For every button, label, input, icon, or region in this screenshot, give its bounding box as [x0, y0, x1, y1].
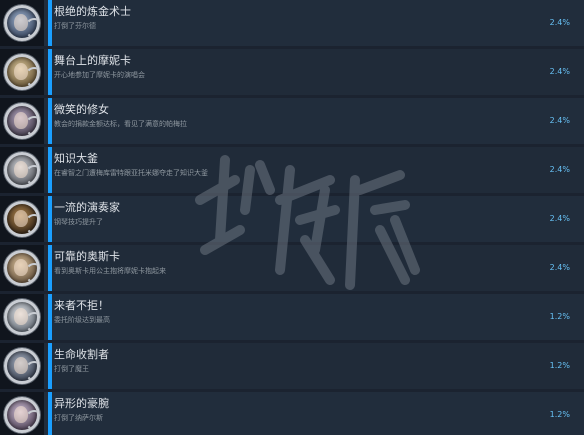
achievement-text: 异形的豪腕 打倒了纳萨尔斯 [54, 396, 494, 435]
unlock-percent: 2.4% [549, 263, 570, 272]
achievement-badge-icon [4, 103, 40, 139]
progress-strip [48, 147, 52, 193]
swirl-icon [25, 18, 37, 38]
achievement-row[interactable]: 可靠的奥斯卡 看到奥斯卡用公主抱将摩妮卡抱起来 2.4% [0, 245, 584, 291]
achievement-badge-icon [4, 152, 40, 188]
achievement-title: 异形的豪腕 [54, 397, 109, 410]
progress-strip [48, 98, 52, 144]
achievement-list: 根绝的炼金术士 打倒了芬尔德 2.4% 舞台上的摩妮卡 开心地参加了摩妮卡的演唱… [0, 0, 584, 435]
achievement-description: 开心地参加了摩妮卡的演唱会 [54, 71, 145, 79]
achievement-badge-icon [4, 250, 40, 286]
achievement-text: 来者不拒！ 委托阶级达到最高 [54, 298, 494, 338]
achievement-title: 根绝的炼金术士 [54, 5, 131, 18]
unlock-percent: 2.4% [549, 214, 570, 223]
achievement-title: 舞台上的摩妮卡 [54, 54, 131, 67]
achievement-text: 生命收割者 打倒了魔王 [54, 347, 494, 387]
achievement-row[interactable]: 一流的演奏家 钢琴技巧提升了 2.4% [0, 196, 584, 242]
achievement-description: 打倒了魔王 [54, 365, 89, 373]
achievement-badge-icon [4, 54, 40, 90]
achievement-icon-frame [0, 196, 44, 242]
achievement-title: 来者不拒！ [54, 299, 109, 312]
swirl-icon [25, 67, 37, 87]
achievement-row[interactable]: 舞台上的摩妮卡 开心地参加了摩妮卡的演唱会 2.4% [0, 49, 584, 95]
swirl-icon [25, 312, 37, 332]
achievement-row[interactable]: 生命收割者 打倒了魔王 1.2% [0, 343, 584, 389]
progress-strip [48, 0, 52, 46]
swirl-icon [25, 214, 37, 234]
achievement-icon-frame [0, 147, 44, 193]
achievement-icon-frame [0, 294, 44, 340]
achievement-text: 舞台上的摩妮卡 开心地参加了摩妮卡的演唱会 [54, 53, 494, 93]
achievement-text: 一流的演奏家 钢琴技巧提升了 [54, 200, 494, 240]
progress-strip [48, 196, 52, 242]
achievement-text: 知识大釜 在睿智之门遭梅库雷特跟亚托米娜夺走了知识大釜 [54, 151, 494, 191]
achievement-row[interactable]: 来者不拒！ 委托阶级达到最高 1.2% [0, 294, 584, 340]
achievement-description: 打倒了纳萨尔斯 [54, 414, 103, 422]
achievement-title: 一流的演奏家 [54, 201, 120, 214]
achievement-row[interactable]: 根绝的炼金术士 打倒了芬尔德 2.4% [0, 0, 584, 46]
achievement-icon-frame [0, 98, 44, 144]
progress-strip [48, 392, 52, 435]
achievement-text: 可靠的奥斯卡 看到奥斯卡用公主抱将摩妮卡抱起来 [54, 249, 494, 289]
unlock-percent: 2.4% [549, 67, 570, 76]
achievement-description: 看到奥斯卡用公主抱将摩妮卡抱起来 [54, 267, 166, 275]
achievement-badge-icon [4, 348, 40, 384]
achievement-description: 打倒了芬尔德 [54, 22, 96, 30]
achievement-description: 钢琴技巧提升了 [54, 218, 103, 226]
swirl-icon [25, 410, 37, 430]
swirl-icon [25, 263, 37, 283]
achievement-icon-frame [0, 245, 44, 291]
unlock-percent: 1.2% [549, 312, 570, 321]
achievement-description: 教会的捐款金额达标，看见了满意的帕梅拉 [54, 120, 187, 128]
progress-strip [48, 49, 52, 95]
achievement-icon-frame [0, 343, 44, 389]
unlock-percent: 2.4% [549, 116, 570, 125]
achievement-badge-icon [4, 201, 40, 237]
unlock-percent: 1.2% [549, 361, 570, 370]
achievement-title: 微笑的修女 [54, 103, 109, 116]
progress-strip [48, 343, 52, 389]
achievement-text: 微笑的修女 教会的捐款金额达标，看见了满意的帕梅拉 [54, 102, 494, 142]
unlock-percent: 1.2% [549, 410, 570, 419]
swirl-icon [25, 361, 37, 381]
swirl-icon [25, 116, 37, 136]
achievement-title: 知识大釜 [54, 152, 98, 165]
achievement-row[interactable]: 微笑的修女 教会的捐款金额达标，看见了满意的帕梅拉 2.4% [0, 98, 584, 144]
achievement-row[interactable]: 异形的豪腕 打倒了纳萨尔斯 1.2% [0, 392, 584, 435]
achievement-icon-frame [0, 49, 44, 95]
progress-strip [48, 294, 52, 340]
achievement-badge-icon [4, 5, 40, 41]
unlock-percent: 2.4% [549, 165, 570, 174]
achievement-title: 可靠的奥斯卡 [54, 250, 120, 263]
achievement-row[interactable]: 知识大釜 在睿智之门遭梅库雷特跟亚托米娜夺走了知识大釜 2.4% [0, 147, 584, 193]
achievement-icon-frame [0, 392, 44, 435]
unlock-percent: 2.4% [549, 18, 570, 27]
achievement-text: 根绝的炼金术士 打倒了芬尔德 [54, 4, 494, 44]
achievement-description: 在睿智之门遭梅库雷特跟亚托米娜夺走了知识大釜 [54, 169, 208, 177]
progress-strip [48, 245, 52, 291]
achievement-badge-icon [4, 397, 40, 433]
achievement-description: 委托阶级达到最高 [54, 316, 110, 324]
swirl-icon [25, 165, 37, 185]
achievement-title: 生命收割者 [54, 348, 109, 361]
achievement-badge-icon [4, 299, 40, 335]
achievement-icon-frame [0, 0, 44, 46]
